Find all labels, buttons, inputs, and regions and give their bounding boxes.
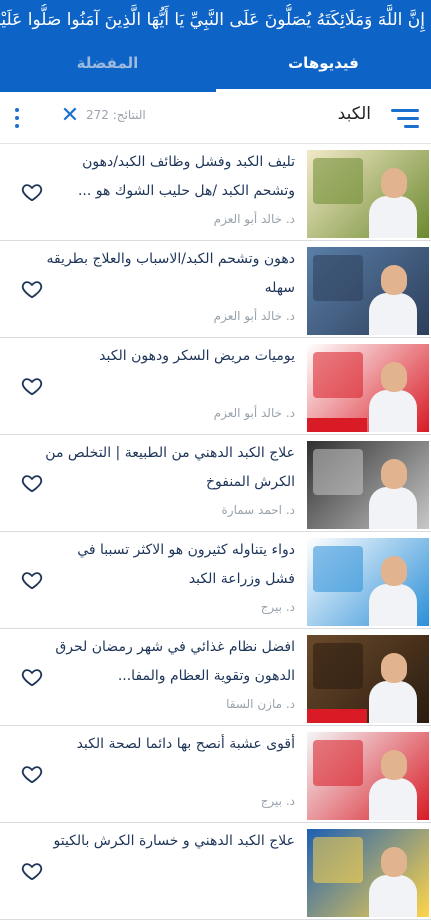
video-thumbnail[interactable] xyxy=(307,635,429,723)
tab-bar: فيديوهات المفضلة xyxy=(0,44,431,92)
video-title[interactable]: أقوى عشبة أنصح بها دائما لصحة الكبد xyxy=(45,730,295,759)
app-header: إِنَّ اللَّهَ وَمَلَائِكَتَهُ يُصَلُّونَ… xyxy=(0,0,431,92)
video-thumbnail[interactable] xyxy=(307,538,429,626)
list-item[interactable]: دواء يتناوله كثيرون هو الاكثر تسببا في ف… xyxy=(0,532,431,629)
tab-videos[interactable]: فيديوهات xyxy=(216,44,431,92)
video-title[interactable]: علاج الكبد الدهني و خسارة الكرش بالكيتو xyxy=(45,827,296,856)
close-icon[interactable]: ✕ xyxy=(59,105,81,127)
heart-icon[interactable] xyxy=(21,763,43,785)
heart-icon[interactable] xyxy=(21,666,43,688)
video-author: د. بيرج xyxy=(260,794,295,808)
video-title[interactable]: تليف الكبد وفشل وظائف الكبد/دهون وتشحم ا… xyxy=(45,148,295,206)
tab-favorites[interactable]: المفضلة xyxy=(0,44,215,92)
video-thumbnail[interactable] xyxy=(307,441,429,529)
list-item[interactable]: يوميات مريض السكر ودهون الكبد د. خالد أبو… xyxy=(0,338,431,435)
video-author: د. مازن السقا xyxy=(226,697,295,711)
heart-icon[interactable] xyxy=(21,472,43,494)
video-title[interactable]: يوميات مريض السكر ودهون الكبد xyxy=(45,342,295,371)
search-bar: الكبد النتائج: 272 ✕ xyxy=(0,92,431,144)
video-author: د. خالد أبو العزم xyxy=(213,309,295,323)
list-item[interactable]: تليف الكبد وفشل وظائف الكبد/دهون وتشحم ا… xyxy=(0,144,431,241)
video-author: د. احمد سمارة xyxy=(221,503,295,517)
video-thumbnail[interactable] xyxy=(307,247,429,335)
heart-icon[interactable] xyxy=(21,375,43,397)
video-thumbnail[interactable] xyxy=(307,344,429,432)
video-author: د. بيرج xyxy=(260,600,295,614)
more-vertical-icon[interactable] xyxy=(12,106,22,130)
video-author: د. خالد أبو العزم xyxy=(213,406,295,420)
results-count: النتائج: 272 xyxy=(86,108,146,122)
video-title[interactable]: افضل نظام غذائي في شهر رمضان لحرق الدهون… xyxy=(45,633,295,691)
video-thumbnail[interactable] xyxy=(307,732,429,820)
video-title[interactable]: علاج الكبد الدهني من الطبيعة | التخلص من… xyxy=(45,439,295,497)
video-thumbnail[interactable] xyxy=(307,150,429,238)
video-author: د. خالد أبو العزم xyxy=(213,212,295,226)
search-query[interactable]: الكبد xyxy=(338,102,371,126)
video-thumbnail[interactable] xyxy=(307,829,429,917)
video-title[interactable]: دهون وتشحم الكبد/الاسباب والعلاج بطريقه … xyxy=(45,245,295,303)
header-verse: إِنَّ اللَّهَ وَمَلَائِكَتَهُ يُصَلُّونَ… xyxy=(0,10,425,30)
list-item[interactable]: افضل نظام غذائي في شهر رمضان لحرق الدهون… xyxy=(0,629,431,726)
heart-icon[interactable] xyxy=(21,278,43,300)
heart-icon[interactable] xyxy=(21,181,43,203)
list-item[interactable]: علاج الكبد الدهني من الطبيعة | التخلص من… xyxy=(0,435,431,532)
heart-icon[interactable] xyxy=(21,860,43,882)
list-item[interactable]: أقوى عشبة أنصح بها دائما لصحة الكبد د. بي… xyxy=(0,726,431,823)
list-item[interactable]: علاج الكبد الدهني و خسارة الكرش بالكيتو xyxy=(0,823,431,920)
hamburger-icon[interactable] xyxy=(391,107,419,129)
heart-icon[interactable] xyxy=(21,569,43,591)
video-title[interactable]: دواء يتناوله كثيرون هو الاكثر تسببا في ف… xyxy=(45,536,295,594)
list-item[interactable]: دهون وتشحم الكبد/الاسباب والعلاج بطريقه … xyxy=(0,241,431,338)
